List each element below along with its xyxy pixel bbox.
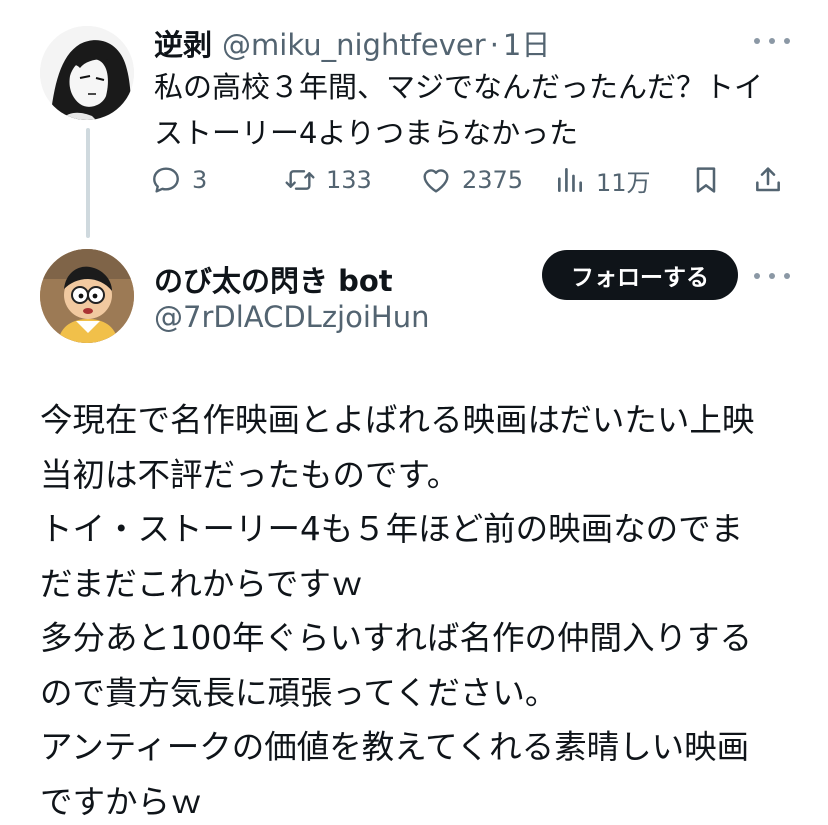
more-horizontal-icon[interactable] [754, 266, 790, 286]
views-button[interactable]: 11万 [554, 160, 651, 200]
bookmark-icon [696, 167, 716, 193]
reply-button[interactable]: 3 [150, 160, 207, 200]
share-button[interactable] [752, 160, 784, 200]
tweet2-text-line: だまだこれからですｗ [40, 564, 364, 603]
reply-icon [153, 167, 179, 193]
more-horizontal-icon[interactable] [754, 31, 790, 51]
tweet1-separator: · [489, 28, 499, 62]
tweet2-text: 今現在で名作映画とよばれる映画はだいたい上映 当初は不評だったものです。 トイ・… [40, 393, 800, 825]
tweet2-text-line: ですからｗ [40, 782, 203, 821]
heart-icon [423, 169, 449, 193]
like-count: 2375 [462, 166, 524, 194]
reply-count: 3 [192, 166, 208, 194]
like-button[interactable]: 2375 [420, 160, 523, 200]
tweet1-display-name[interactable]: 逆剥 [154, 22, 212, 64]
tweet1-text-line: ストーリー4よりつまらなかった [154, 116, 579, 150]
share-icon [756, 167, 780, 192]
views-icon [558, 168, 582, 192]
tweet2-text-line: 今現在で名作映画とよばれる映画はだいたい上映 [40, 401, 755, 439]
bookmark-button[interactable] [690, 160, 722, 200]
follow-button[interactable]: フォローする [542, 250, 738, 300]
tweet1-text: 私の高校３年間、マジでなんだったんだ？トイ ストーリー4よりつまらなかった [154, 64, 794, 156]
tweet2-display-name[interactable]: のび太の閃き bot [154, 258, 393, 300]
views-count: 11万 [596, 168, 651, 197]
tweet2-text-line: ので貴方気長に頑張ってください。 [40, 673, 558, 712]
tweet2-text-line: 多分あと100年ぐらいすれば名作の仲間入りする [40, 619, 753, 657]
tweet2-text-line: アンティークの価値を教えてくれる素晴しい映画 [40, 728, 750, 766]
tweet1-action-bar: 3 133 2375 11万 [150, 160, 790, 200]
tweet1-header: 逆剥 @miku_nightfever · 1日 [154, 22, 550, 62]
retweet-button[interactable]: 133 [284, 160, 372, 200]
tweet1-handle[interactable]: @miku_nightfever [222, 28, 486, 62]
tweet2-text-line: トイ・ストーリー4も５年ほど前の映画なのでま [40, 510, 744, 548]
thread-connector-line [86, 128, 90, 238]
tweet2-handle[interactable]: @7rDlACDLzjoiHun [154, 300, 429, 334]
retweet-count: 133 [326, 166, 372, 194]
tweet-thread: 逆剥 @miku_nightfever · 1日 私の高校３年間、マジでなんだっ… [0, 0, 828, 825]
retweet-icon [285, 170, 315, 190]
tweet2-text-line: 当初は不評だったものです。 [40, 455, 460, 494]
tweet1-text-line: 私の高校３年間、マジでなんだったんだ？トイ [154, 70, 764, 104]
avatar-tweet2[interactable] [40, 249, 134, 343]
avatar-tweet1[interactable] [40, 26, 134, 120]
tweet1-timestamp[interactable]: 1日 [503, 22, 550, 64]
